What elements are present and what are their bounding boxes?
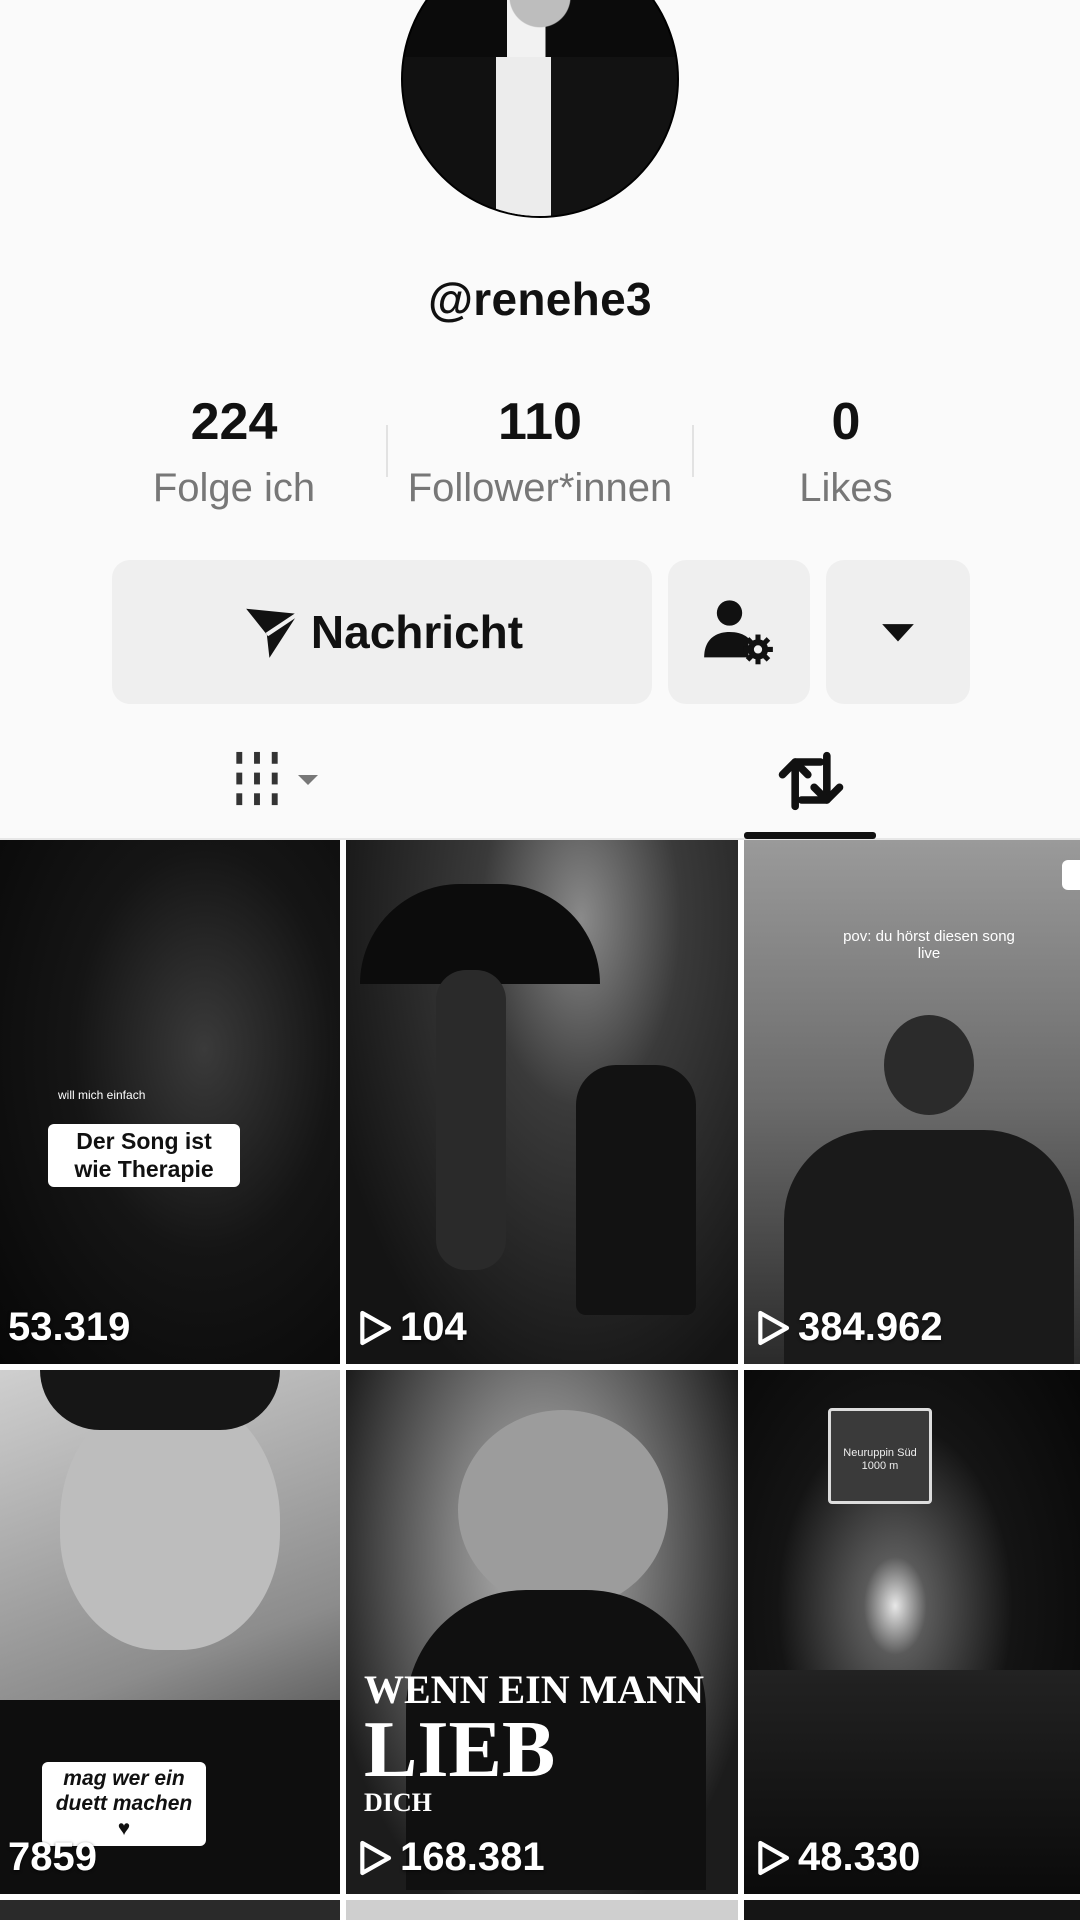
stat-followers[interactable]: 110 Follower*innen [390, 392, 690, 511]
username: @renehe3 [428, 273, 652, 325]
play-icon [758, 1840, 790, 1875]
stat-following-value: 224 [190, 393, 278, 451]
corner-badge [1062, 860, 1080, 890]
avatar-figure [403, 57, 677, 216]
view-count-text: 384.962 [798, 1305, 943, 1349]
video-view-count: 168.381 [354, 1835, 545, 1880]
stat-followers-value: 110 [498, 393, 582, 451]
video-thumbnail[interactable]: WENN EIN MANN LIEB DICH 168.381 [346, 1370, 738, 1894]
play-icon [360, 1310, 392, 1345]
video-thumbnail[interactable]: pov: du hörst diesen song live 384.962 [744, 840, 1080, 1364]
tab-videos[interactable] [230, 740, 340, 820]
video-caption-small: will mich einfach [58, 1088, 146, 1102]
view-count-text: 7859 [8, 1835, 97, 1879]
grid-icon [236, 751, 278, 806]
video-thumbnail[interactable] [744, 1900, 1080, 1920]
video-thumbnail[interactable]: 104 [346, 840, 738, 1364]
stat-likes-label: Likes [799, 466, 893, 510]
more-options-button[interactable] [826, 560, 970, 704]
video-view-count: 384.962 [752, 1305, 943, 1350]
umbrella-shape [360, 884, 600, 984]
road-sign-text: Neuruppin Süd 1000 m [843, 1447, 917, 1473]
figure-shape [436, 970, 506, 1270]
video-thumbnail[interactable] [0, 1900, 340, 1920]
video-thumbnail[interactable]: Neuruppin Süd 1000 m 48.330 [744, 1370, 1080, 1894]
repost-icon [778, 751, 844, 811]
video-view-count: 53.319 [8, 1305, 130, 1350]
stat-divider [692, 425, 694, 477]
video-view-count: 7859 [8, 1835, 97, 1880]
cap-shape [40, 1370, 280, 1430]
view-count-text: 53.319 [8, 1305, 131, 1349]
stat-divider [386, 425, 388, 477]
profile-avatar[interactable] [401, 0, 679, 218]
view-count-text: 104 [400, 1305, 467, 1349]
video-caption: WENN EIN MANN LIEB DICH [364, 1670, 704, 1816]
video-thumbnail[interactable] [346, 1900, 738, 1920]
user-settings-icon [704, 600, 773, 665]
tab-reposts[interactable] [768, 738, 854, 824]
video-thumbnail[interactable]: mag wer ein duett machen ♥ 7859 [0, 1370, 340, 1894]
video-view-count: 104 [354, 1305, 467, 1350]
caret-down-icon [882, 624, 914, 642]
suggested-accounts-button[interactable] [668, 560, 810, 704]
message-button[interactable]: Nachricht [112, 560, 652, 704]
video-caption-line: WENN EIN MANN [364, 1667, 704, 1712]
profile-tabs [0, 720, 1080, 840]
caret-down-icon [298, 775, 318, 785]
stat-following[interactable]: 224 Folge ich [84, 392, 384, 511]
active-tab-indicator [744, 832, 876, 839]
stat-likes-value: 0 [831, 393, 861, 451]
video-thumbnail[interactable]: will mich einfach Der Song ist wie Thera… [0, 840, 340, 1364]
stat-likes[interactable]: 0 Likes [696, 392, 996, 511]
figure-shape [458, 1410, 668, 1610]
view-count-text: 168.381 [400, 1835, 545, 1879]
figure-shape [576, 1065, 696, 1315]
view-count-text: 48.330 [798, 1835, 921, 1879]
send-icon [246, 608, 299, 658]
road-sign: Neuruppin Süd 1000 m [828, 1408, 932, 1504]
message-button-label: Nachricht [310, 606, 524, 658]
video-view-count: 48.330 [752, 1835, 920, 1880]
figure-shape [884, 1015, 974, 1115]
video-caption: Der Song ist wie Therapie [48, 1124, 240, 1188]
stat-followers-label: Follower*innen [407, 466, 673, 510]
video-grid: will mich einfach Der Song ist wie Thera… [0, 840, 1080, 1920]
stat-following-label: Folge ich [152, 466, 316, 510]
play-icon [758, 1310, 790, 1345]
video-caption-line: LIEB [364, 1706, 556, 1794]
video-caption-small: pov: du hörst diesen song live [843, 928, 1015, 962]
video-caption: mag wer ein duett machen ♥ [42, 1762, 206, 1846]
play-icon [360, 1840, 392, 1875]
